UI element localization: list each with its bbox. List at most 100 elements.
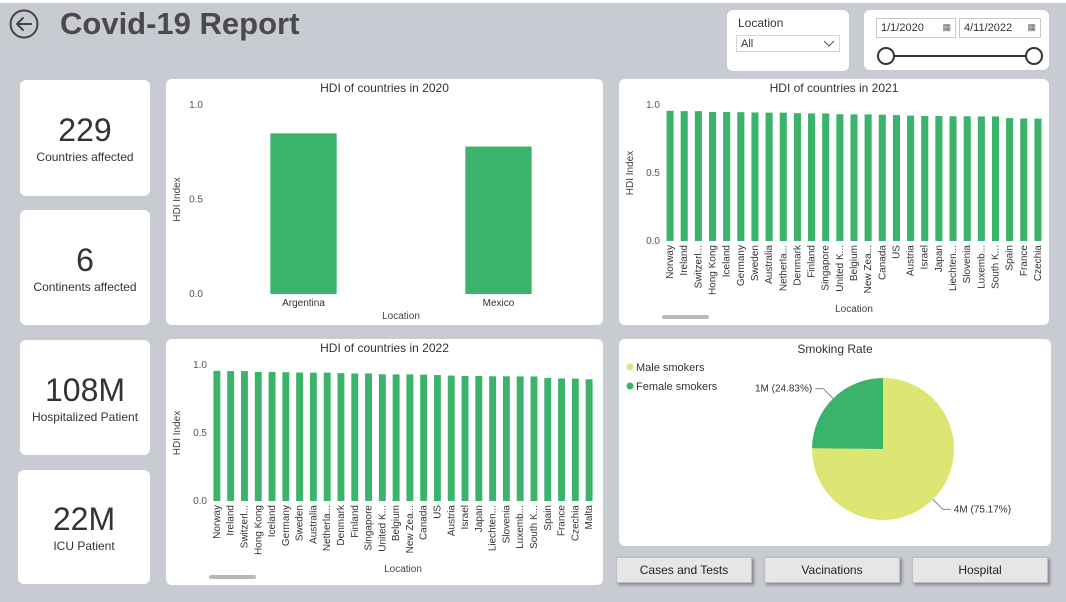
x-tick-label: Switzerl...	[693, 245, 704, 288]
x-tick-label: Hong Kong	[708, 245, 719, 295]
bar	[666, 110, 674, 242]
bar	[921, 116, 929, 241]
calendar-icon[interactable]: ▦	[1027, 22, 1036, 33]
bar	[822, 113, 830, 241]
x-tick-label: South K...	[990, 245, 1001, 289]
bar	[365, 373, 372, 501]
y-tick-label: 0.0	[193, 496, 207, 507]
x-tick-label: Finland	[807, 245, 818, 278]
horizontal-scrollbar[interactable]	[662, 315, 709, 319]
bar	[723, 111, 731, 241]
bar	[680, 111, 688, 241]
y-tick-label: 1.0	[193, 360, 207, 371]
date-slider-track[interactable]	[884, 55, 1034, 57]
location-dropdown[interactable]: All	[736, 35, 840, 52]
kpi-hospitalized-patient: 108M Hospitalized Patient	[20, 340, 150, 455]
x-tick-label: France	[1019, 245, 1030, 277]
calendar-icon[interactable]: ▦	[942, 22, 951, 33]
date-slider-start-handle[interactable]	[877, 47, 895, 65]
bar	[296, 372, 304, 501]
x-tick-label: Belgium	[391, 505, 402, 541]
end-date-value: 4/11/2022	[964, 22, 1013, 34]
x-tick-label: Switzerl...	[239, 505, 250, 548]
x-tick-label: Sweden	[750, 245, 761, 281]
x-tick-label: France	[557, 505, 568, 537]
x-tick-label: Norway	[665, 245, 676, 279]
x-tick-label: New Zea...	[863, 245, 874, 293]
location-filter-label: Location	[738, 16, 784, 30]
end-date-input[interactable]: 4/11/2022 ▦	[959, 18, 1041, 38]
x-tick-label: Norway	[212, 505, 223, 539]
bar	[907, 115, 915, 241]
x-axis-label: Location	[384, 564, 422, 575]
x-tick-label: Sweden	[295, 505, 306, 541]
chart-title: HDI of countries in 2021	[770, 81, 899, 95]
x-tick-label: Liechten...	[948, 245, 959, 291]
bar	[935, 116, 943, 241]
bar	[793, 113, 801, 241]
horizontal-scrollbar[interactable]	[209, 575, 256, 579]
bar	[270, 133, 337, 294]
x-tick-label: Austria	[906, 245, 917, 277]
legend-label: Male smokers	[636, 362, 705, 374]
x-tick-label: Singapore	[364, 505, 375, 551]
bar	[282, 372, 290, 501]
bar	[268, 371, 276, 501]
bar	[502, 376, 510, 501]
back-arrow-icon[interactable]	[9, 9, 39, 39]
vaccinations-button[interactable]: Vacinations	[764, 557, 900, 583]
kpi-label: Hospitalized Patient	[31, 409, 139, 424]
bar	[544, 378, 552, 501]
bar	[227, 371, 235, 501]
bar	[337, 373, 345, 501]
hdi-2020-card: HDI of countries in 2020 HDI Index 0.0 0.5 1…	[166, 79, 603, 325]
chart-title: HDI of countries in 2020	[320, 81, 449, 95]
bar	[406, 374, 414, 501]
x-tick-label: Slovenia	[501, 505, 512, 544]
x-tick-label: New Zea...	[405, 505, 416, 553]
kpi-value: 108M	[44, 371, 126, 408]
x-axis-label: Location	[382, 311, 420, 322]
kpi-label: Countries affected	[36, 150, 134, 164]
bar	[878, 114, 886, 241]
pie-data-label: 1M (24.83%)	[755, 384, 812, 395]
x-tick-label: Malta	[584, 505, 595, 530]
x-tick-label: Canada	[877, 245, 888, 280]
hospital-button[interactable]: Hospital	[912, 557, 1048, 583]
start-date-input[interactable]: 1/1/2020 ▦	[876, 18, 956, 38]
date-slider-end-handle[interactable]	[1025, 47, 1043, 65]
x-tick-label: Austria	[446, 505, 457, 537]
x-tick-label: US	[891, 245, 902, 259]
bar	[850, 114, 858, 241]
bar	[447, 375, 455, 501]
location-filter: Location All	[727, 10, 849, 71]
x-tick-label: Denmark	[792, 244, 803, 286]
bar	[1020, 118, 1028, 241]
x-tick-label: Netherla...	[322, 505, 333, 551]
cases-and-tests-button[interactable]: Cases and Tests	[616, 557, 752, 583]
bar	[991, 116, 1000, 241]
kpi-value: 229	[58, 112, 112, 148]
bar	[751, 112, 759, 241]
x-tick-label: Australia	[764, 245, 775, 284]
kpi-value: 22M	[52, 501, 116, 537]
hdi-2022-chart: HDI of countries in 2022 HDI Index 0.0 0.5 1…	[172, 341, 595, 579]
chevron-down-icon	[823, 40, 835, 47]
x-tick-label: Liechten...	[488, 505, 499, 551]
bar	[213, 370, 221, 501]
pie-leader-line	[932, 499, 951, 510]
bar	[892, 115, 900, 241]
kpi-continents-affected: 6 Continents affected	[20, 210, 150, 325]
smoking-rate-chart: Smoking Rate Male smokers Female smokers 4M…	[626, 342, 1011, 520]
y-axis-label: HDI Index	[625, 151, 636, 195]
bar	[392, 374, 400, 501]
bar	[963, 116, 971, 241]
x-tick-label: Spain	[1005, 245, 1016, 271]
x-tick-label: Mexico	[483, 298, 515, 309]
y-tick-label: 0.5	[189, 195, 203, 206]
page-title: Covid-19 Report	[60, 6, 300, 41]
bar	[808, 113, 816, 241]
x-tick-label: Luxemb...	[515, 505, 526, 549]
bar	[465, 146, 532, 294]
y-tick-label: 0.0	[646, 236, 660, 247]
